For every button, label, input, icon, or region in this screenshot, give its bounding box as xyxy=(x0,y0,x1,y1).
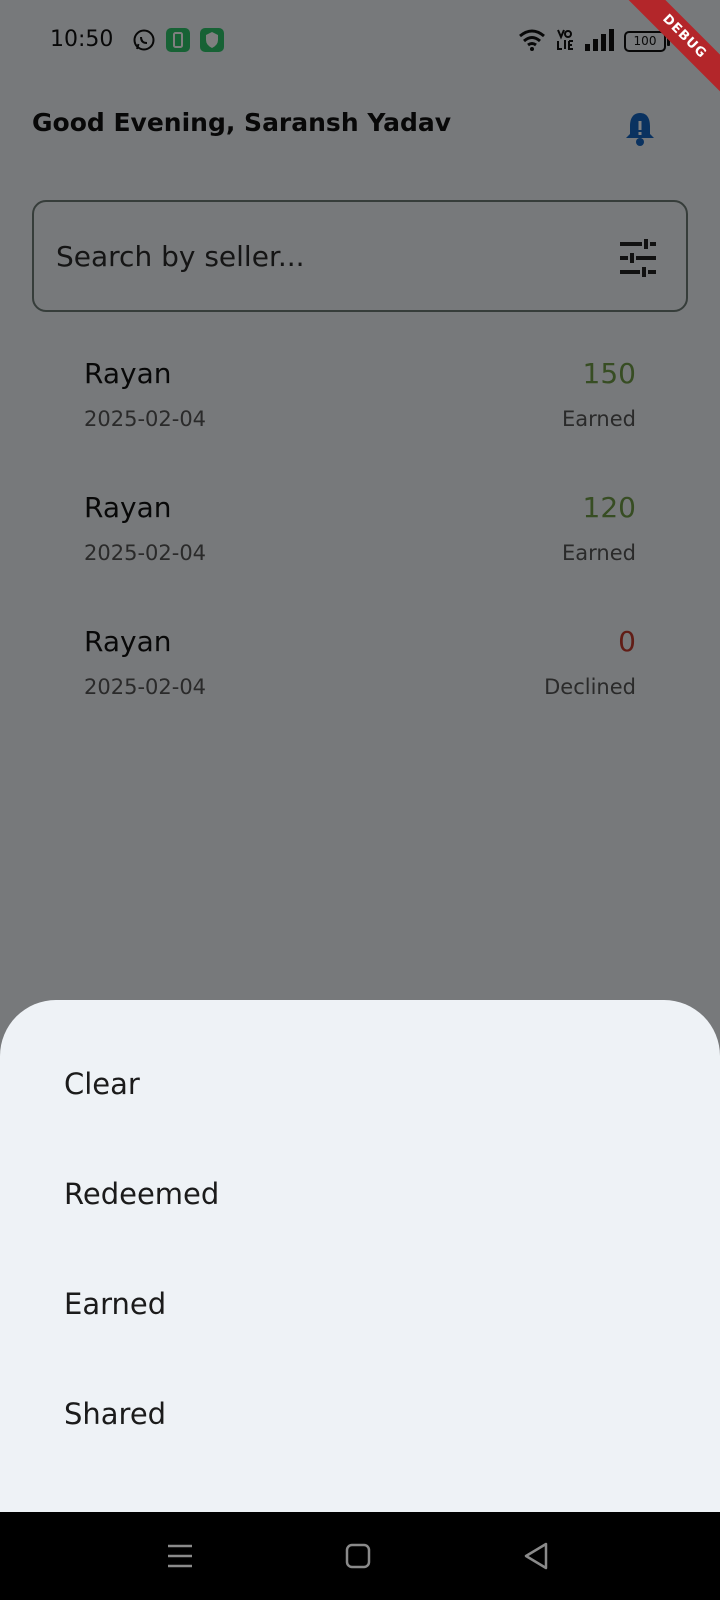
filter-option-clear[interactable]: Clear xyxy=(64,1049,656,1119)
filter-option-earned[interactable]: Earned xyxy=(64,1269,656,1339)
menu-icon[interactable] xyxy=(160,1536,200,1576)
filter-option-redeemed[interactable]: Redeemed xyxy=(64,1159,656,1229)
system-nav-bar xyxy=(0,1512,720,1600)
filter-bottom-sheet: Clear Redeemed Earned Shared xyxy=(0,1000,720,1512)
filter-option-shared[interactable]: Shared xyxy=(64,1379,656,1449)
back-icon[interactable] xyxy=(516,1536,556,1576)
home-icon[interactable] xyxy=(338,1536,378,1576)
